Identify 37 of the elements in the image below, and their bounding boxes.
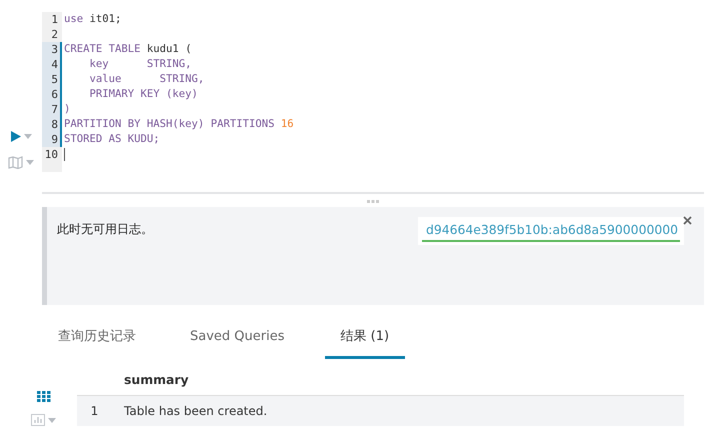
query-id-link[interactable]: d94664e389f5b10b:ab6d8a5900000000: [422, 222, 680, 242]
bar-chart-icon[interactable]: [31, 414, 45, 426]
code-line: ): [64, 102, 70, 117]
table-cell: Table has been created.: [124, 404, 268, 418]
caret-icon[interactable]: [48, 418, 56, 422]
close-icon[interactable]: [683, 216, 692, 225]
line-number: 8: [42, 117, 62, 132]
code-line: use it01;: [64, 12, 122, 27]
log-message: 此时无可用日志。: [57, 221, 154, 238]
column-header: summary: [124, 372, 189, 386]
line-number: 6: [42, 87, 62, 102]
map-icon[interactable]: [8, 156, 23, 169]
code-line: value STRING,: [88, 72, 204, 87]
line-number: 5: [42, 72, 62, 87]
code-line: STORED AS KUDU;: [64, 132, 160, 147]
code-line: PARTITION BY HASH(key) PARTITIONS 16: [64, 117, 294, 132]
line-number: 7: [42, 102, 62, 117]
text-cursor: [64, 148, 65, 161]
line-number: 4: [42, 57, 62, 72]
line-number: 1: [50, 12, 59, 27]
caret-icon[interactable]: [24, 134, 32, 139]
row-number: 1: [90, 404, 100, 418]
code-line: CREATE TABLE kudu1 (: [64, 42, 192, 57]
line-number: 2: [50, 27, 59, 42]
code-line: key STRING,: [88, 57, 192, 72]
line-number: 9: [42, 132, 62, 147]
line-number: 3: [42, 42, 62, 57]
resize-handle[interactable]: [367, 200, 379, 203]
line-number: 10: [44, 147, 59, 162]
run-icon[interactable]: [10, 131, 20, 142]
code-editor[interactable]: 1 2 3 4 5 6 7 8 9 10 use it01; CREATE TABLE kudu1 ( key STRING, value STRING, PRIMARY KEY (key) ) PARTITION BY HASH(key) PARTITIONS 16 STORED AS KUDU;: [42, 12, 562, 172]
tab[interactable]: Saved Queries: [176, 317, 298, 359]
grid-icon[interactable]: [36, 391, 50, 402]
caret-icon[interactable]: [26, 160, 34, 165]
tab[interactable]: 查询历史记录: [44, 317, 150, 359]
tab[interactable]: 结果 (1): [324, 317, 406, 359]
code-line: PRIMARY KEY (key): [88, 87, 198, 102]
